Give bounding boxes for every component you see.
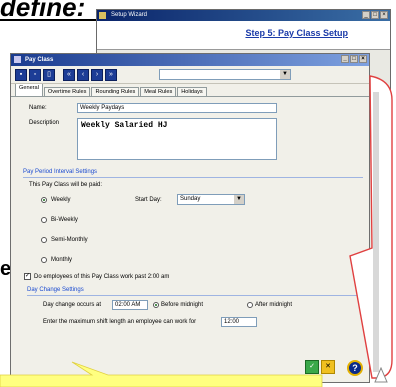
start-day-label: Start Day: (135, 197, 162, 203)
work-past-checkbox[interactable]: ✓ (24, 273, 31, 280)
pc-minimize-button[interactable]: _ (341, 55, 349, 63)
wizard-title: Setup Wizard (111, 12, 148, 18)
max-shift-label: Enter the maximum shift length an employ… (43, 319, 197, 325)
wizard-titlebar: Setup Wizard _ □ × (97, 10, 390, 21)
day-change-section-title: Day Change Settings (27, 287, 84, 293)
chevron-down-icon[interactable]: ▼ (280, 70, 290, 79)
tab-holidays[interactable]: Holidays (177, 87, 207, 96)
record-selector[interactable]: ▼ (159, 69, 291, 80)
wizard-app-icon (99, 12, 106, 19)
bi-weekly-radio[interactable] (41, 217, 47, 223)
delete-icon[interactable]: ▯ (43, 68, 55, 81)
general-tab-content: Name: Weekly Paydays Description Weekly … (17, 97, 363, 378)
pay-class-window: Pay Class _ □ × ▪ ▫ ▯ « ‹ › » ▼ General … (10, 53, 370, 383)
previous-record-icon[interactable]: ‹ (77, 68, 89, 81)
last-record-icon[interactable]: » (105, 68, 117, 81)
description-field[interactable]: Weekly Salaried HJ (77, 118, 277, 160)
after-midnight-radio[interactable] (247, 302, 253, 308)
name-field[interactable]: Weekly Paydays (77, 103, 277, 113)
section-divider (23, 177, 363, 178)
cancel-button[interactable]: ✕ (321, 360, 335, 374)
save-icon[interactable]: ▪ (15, 68, 27, 81)
scroll-up-arrow-icon[interactable] (374, 367, 388, 383)
description-label: Description (29, 120, 60, 126)
wizard-help-icon[interactable]: ? (368, 264, 384, 280)
work-past-label: Do employees of this Pay Class work past… (34, 274, 170, 280)
ok-button[interactable]: ✓ (305, 360, 319, 374)
day-change-label: Day change occurs at (43, 302, 102, 308)
start-day-select[interactable]: Sunday ▼ (177, 194, 245, 205)
wizard-header: Step 5: Pay Class Setup (97, 21, 390, 50)
weekly-radio[interactable] (41, 197, 47, 203)
section-divider (27, 295, 363, 296)
bi-weekly-label: Bi-Weekly (51, 217, 78, 223)
tab-bar: General Overtime Rules Rounding Rules Me… (11, 83, 369, 97)
after-midnight-label: After midnight (255, 302, 293, 308)
pc-close-button[interactable]: × (359, 55, 367, 63)
tab-meal-rules[interactable]: Meal Rules (140, 87, 177, 96)
tab-overtime-rules[interactable]: Overtime Rules (43, 87, 91, 96)
tab-general[interactable]: General (15, 83, 43, 96)
semi-monthly-label: Semi-Monthly (51, 237, 88, 243)
before-midnight-label: Before midnight (161, 302, 204, 308)
maximize-button[interactable]: □ (371, 11, 379, 19)
close-button[interactable]: × (380, 11, 388, 19)
monthly-radio[interactable] (41, 257, 47, 263)
paid-label: This Pay Class will be paid: (29, 182, 103, 188)
toolbar: ▪ ▫ ▯ « ‹ › » ▼ (11, 66, 369, 84)
new-record-icon[interactable]: ▫ (29, 68, 41, 81)
chevron-down-icon[interactable]: ▼ (234, 195, 244, 204)
day-change-time-field[interactable]: 02:00 AM (112, 300, 148, 310)
pc-maximize-button[interactable]: □ (350, 55, 358, 63)
first-record-icon[interactable]: « (63, 68, 75, 81)
semi-monthly-radio[interactable] (41, 237, 47, 243)
pay-period-section-title: Pay Period Interval Settings (23, 169, 98, 175)
pay-class-icon (14, 56, 21, 63)
max-shift-field[interactable]: 12:00 (221, 317, 257, 327)
pay-class-titlebar: Pay Class _ □ × (11, 54, 369, 66)
before-midnight-radio[interactable] (153, 302, 159, 308)
heading-underline (0, 19, 96, 21)
monthly-label: Monthly (51, 257, 73, 263)
pay-class-help-icon[interactable]: ? (347, 360, 363, 376)
tab-rounding-rules[interactable]: Rounding Rules (91, 87, 140, 96)
weekly-label: Weekly (51, 197, 71, 203)
minimize-button[interactable]: _ (362, 11, 370, 19)
name-label: Name: (29, 105, 47, 111)
next-record-icon[interactable]: › (91, 68, 103, 81)
pay-class-title: Pay Class (25, 57, 54, 63)
wizard-step-title: Step 5: Pay Class Setup (245, 28, 348, 38)
dialog-buttons: ✓ ✕ ? (305, 360, 363, 376)
